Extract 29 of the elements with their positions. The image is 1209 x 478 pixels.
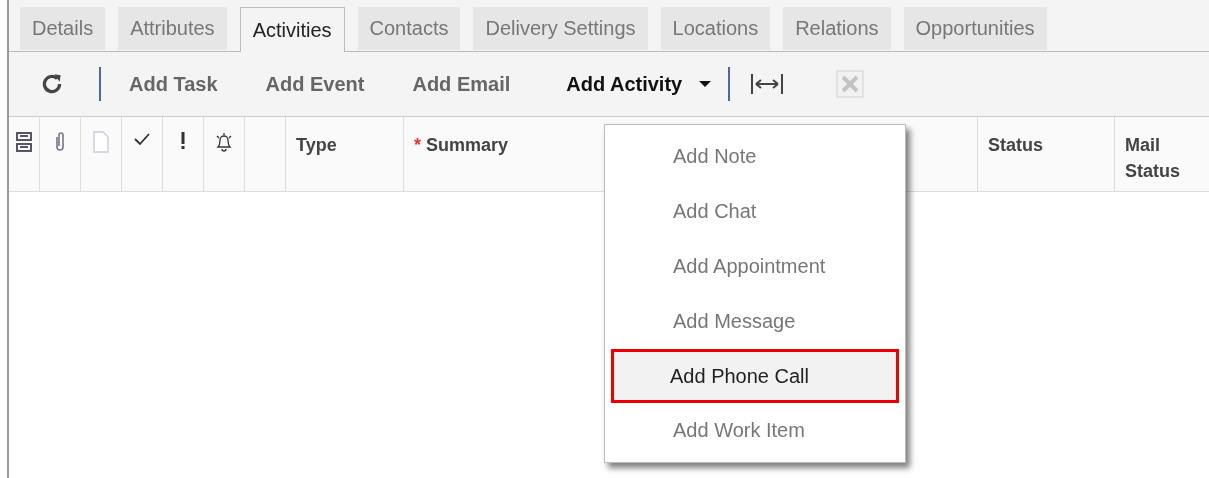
menu-item[interactable]: Add Message <box>611 294 899 349</box>
paperclip-icon <box>53 131 67 153</box>
menu-item[interactable]: Add Work Item <box>611 403 899 458</box>
toolbar-button[interactable]: Add Task <box>129 72 218 96</box>
tab[interactable]: Relations <box>783 7 891 50</box>
tab[interactable]: Locations <box>660 7 771 50</box>
tab[interactable]: Attributes <box>118 7 227 50</box>
caret-icon <box>698 80 713 88</box>
tab[interactable]: Activities <box>239 7 345 52</box>
checkmark-icon <box>133 131 151 147</box>
column-header[interactable]: Mail Status <box>1115 117 1209 191</box>
toolbar-button[interactable]: Add Email <box>412 72 511 96</box>
document-icon <box>92 131 110 153</box>
column-header[interactable]: Status <box>978 117 1115 191</box>
tab[interactable]: Details <box>20 7 106 50</box>
tab[interactable]: Contacts <box>357 7 461 50</box>
priority-icon <box>180 131 186 151</box>
column-header[interactable]: Type <box>286 117 404 191</box>
menu-item[interactable]: Add Appointment <box>611 239 899 294</box>
bell-icon <box>214 131 234 153</box>
notes-icon <box>15 131 33 153</box>
menu-item[interactable]: Add Note <box>611 129 899 184</box>
menu-item[interactable]: Add Phone Call <box>611 349 899 403</box>
tab[interactable]: Opportunities <box>903 7 1047 50</box>
add-activity-dropdown[interactable]: Add Activity <box>566 72 713 96</box>
fit-columns-icon[interactable] <box>750 71 785 97</box>
menu-item[interactable]: Add Chat <box>611 184 899 239</box>
tab[interactable]: Delivery Settings <box>473 7 648 50</box>
toolbar-button[interactable]: Add Event <box>265 72 365 96</box>
